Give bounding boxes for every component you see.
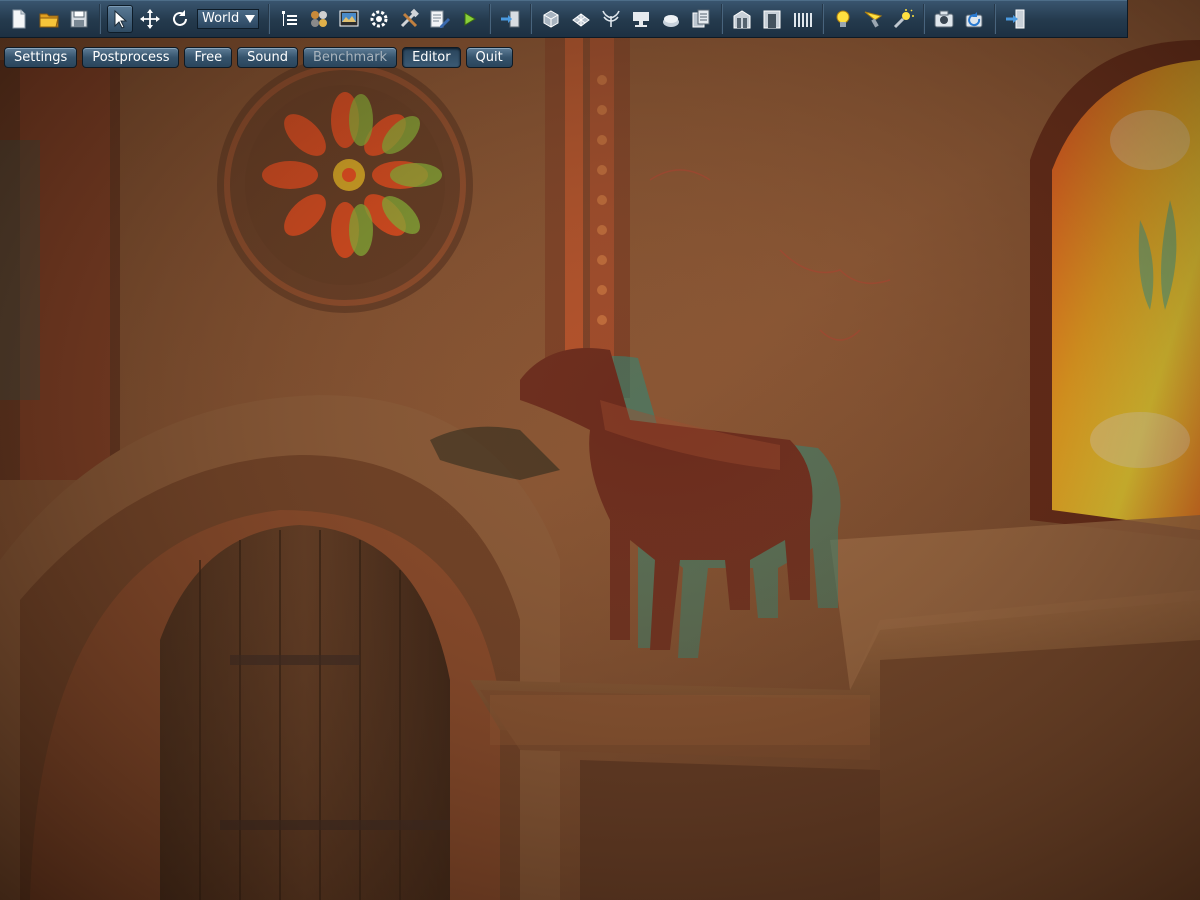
select-cursor-icon[interactable]	[107, 4, 133, 33]
refresh-camera-icon[interactable]	[961, 5, 987, 33]
import-icon[interactable]	[497, 5, 523, 33]
terrain-icon[interactable]	[628, 5, 654, 33]
postprocess-button[interactable]: Postprocess	[82, 47, 180, 68]
toolbar-separator	[99, 3, 101, 34]
toolbar-separator	[530, 3, 532, 34]
open-folder-icon[interactable]	[36, 5, 62, 33]
free-button[interactable]: Free	[184, 47, 233, 68]
move-icon[interactable]	[137, 5, 163, 33]
sound-button[interactable]: Sound	[237, 47, 299, 68]
main-toolbar: World	[0, 0, 1128, 38]
play-icon[interactable]	[456, 5, 482, 33]
edit-script-icon[interactable]	[426, 5, 452, 33]
mesh-icon[interactable]	[568, 5, 594, 33]
new-file-icon[interactable]	[6, 5, 32, 33]
portal-icon[interactable]	[759, 5, 785, 33]
toolbar-separator	[822, 3, 824, 34]
settings-button[interactable]: Settings	[4, 47, 78, 68]
box-object-icon[interactable]	[538, 5, 564, 33]
rotate-icon[interactable]	[167, 5, 193, 33]
projector-light-icon[interactable]	[860, 5, 886, 33]
occluder-icon[interactable]	[789, 5, 815, 33]
chevron-down-icon	[245, 14, 255, 23]
main-menu: Settings Postprocess Free Sound Benchmar…	[4, 47, 518, 68]
sector-icon[interactable]	[729, 5, 755, 33]
materials-icon[interactable]	[306, 5, 332, 33]
node-tree-icon[interactable]	[276, 5, 302, 33]
viewport-icon[interactable]	[336, 5, 362, 33]
world-layers-icon[interactable]	[688, 5, 714, 33]
editor-button[interactable]: Editor	[402, 47, 461, 68]
save-icon[interactable]	[66, 5, 92, 33]
toolbar-separator	[923, 3, 925, 34]
toolbar-separator	[489, 3, 491, 34]
toolbar-separator	[268, 3, 270, 34]
light-icon[interactable]	[830, 5, 856, 33]
exit-icon[interactable]	[1002, 5, 1028, 33]
toolbar-separator	[721, 3, 723, 34]
space-select[interactable]: World	[197, 8, 259, 29]
benchmark-button[interactable]: Benchmark	[303, 47, 398, 68]
particles-icon[interactable]	[598, 5, 624, 33]
3d-viewport[interactable]: World Settings Postprocess Free Sound Be…	[0, 0, 1200, 900]
toolbar-separator	[994, 3, 996, 34]
water-icon[interactable]	[658, 5, 684, 33]
scene-render	[0, 0, 1200, 900]
sun-icon[interactable]	[890, 5, 916, 33]
properties-gear-icon[interactable]	[366, 5, 392, 33]
camera-icon[interactable]	[931, 5, 957, 33]
space-select-value: World	[202, 11, 240, 26]
tools-icon[interactable]	[396, 5, 422, 33]
quit-button[interactable]: Quit	[465, 47, 513, 68]
